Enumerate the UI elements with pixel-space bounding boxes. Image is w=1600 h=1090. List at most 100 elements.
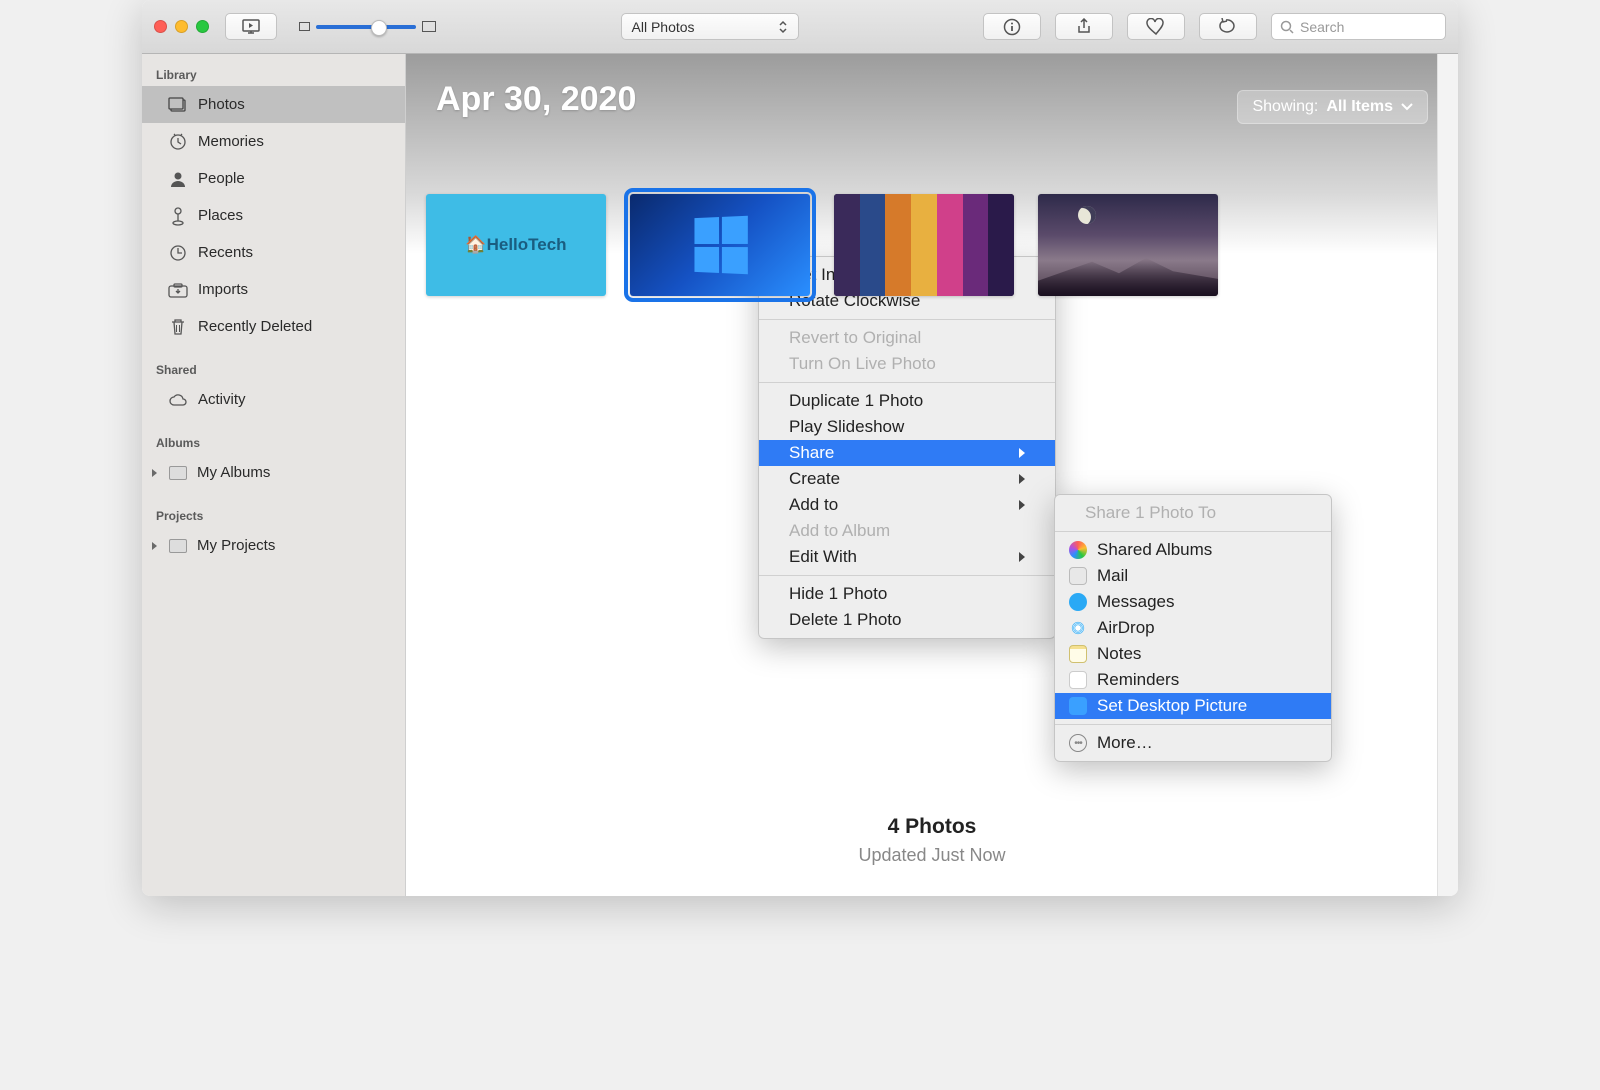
rotate-icon bbox=[1218, 18, 1238, 36]
minimize-window-button[interactable] bbox=[175, 20, 188, 33]
photo-thumbnail-selected[interactable] bbox=[630, 194, 810, 296]
sidebar-item-recently-deleted[interactable]: Recently Deleted bbox=[142, 308, 405, 345]
photo-thumbnail[interactable] bbox=[1038, 194, 1218, 296]
menu-item-slideshow[interactable]: Play Slideshow bbox=[759, 414, 1055, 440]
toolbar: All Photos Search bbox=[142, 0, 1458, 54]
search-icon bbox=[1280, 20, 1294, 34]
sidebar-item-photos[interactable]: Photos bbox=[142, 86, 405, 123]
content-area: Library Photos Memories People Places Re… bbox=[142, 54, 1458, 896]
sidebar-item-my-projects[interactable]: My Projects bbox=[142, 527, 405, 564]
memories-icon bbox=[168, 133, 188, 151]
menu-item-add-to-album: Add to Album bbox=[759, 518, 1055, 544]
sidebar-header-shared: Shared bbox=[142, 355, 405, 381]
chevron-updown-icon bbox=[778, 20, 788, 34]
imports-icon bbox=[168, 281, 188, 299]
photo-thumbnail[interactable]: 🏠HelloTech bbox=[426, 194, 606, 296]
close-window-button[interactable] bbox=[154, 20, 167, 33]
project-icon bbox=[169, 539, 187, 553]
sidebar-item-places[interactable]: Places bbox=[142, 197, 405, 234]
favorite-button[interactable] bbox=[1127, 13, 1185, 40]
search-field[interactable]: Search bbox=[1271, 13, 1446, 40]
info-button[interactable] bbox=[983, 13, 1041, 40]
trash-icon bbox=[168, 318, 188, 336]
sidebar-header-library: Library bbox=[142, 60, 405, 86]
sidebar-item-recents[interactable]: Recents bbox=[142, 234, 405, 271]
photo-grid: 🏠HelloTech bbox=[406, 194, 1458, 296]
share-icon bbox=[1075, 18, 1093, 36]
updated-status: Updated Just Now bbox=[406, 845, 1458, 866]
rotate-button[interactable] bbox=[1199, 13, 1257, 40]
submenu-item-set-desktop-picture[interactable]: Set Desktop Picture bbox=[1055, 693, 1331, 719]
messages-icon bbox=[1069, 593, 1087, 611]
people-icon bbox=[168, 170, 188, 188]
submenu-item-airdrop[interactable]: AirDrop bbox=[1055, 615, 1331, 641]
shared-albums-icon bbox=[1069, 541, 1087, 559]
showing-value: All Items bbox=[1326, 98, 1393, 116]
sidebar-item-activity[interactable]: Activity bbox=[142, 381, 405, 418]
slideshow-button[interactable] bbox=[225, 13, 277, 40]
photos-app-window: All Photos Search Library bbox=[142, 0, 1458, 896]
submenu-item-mail[interactable]: Mail bbox=[1055, 563, 1331, 589]
mail-icon bbox=[1069, 567, 1087, 585]
photos-icon bbox=[168, 96, 188, 114]
menu-item-duplicate[interactable]: Duplicate 1 Photo bbox=[759, 388, 1055, 414]
menu-separator bbox=[1055, 531, 1331, 532]
submenu-item-reminders[interactable]: Reminders bbox=[1055, 667, 1331, 693]
menu-separator bbox=[1055, 724, 1331, 725]
sidebar-item-people[interactable]: People bbox=[142, 160, 405, 197]
zoom-slider[interactable] bbox=[316, 25, 416, 29]
album-icon bbox=[169, 466, 187, 480]
menu-separator bbox=[759, 382, 1055, 383]
chevron-down-icon bbox=[1401, 103, 1413, 111]
menu-item-create[interactable]: Create bbox=[759, 466, 1055, 492]
submenu-item-shared-albums[interactable]: Shared Albums bbox=[1055, 537, 1331, 563]
submenu-arrow-icon bbox=[1019, 448, 1025, 458]
menu-separator bbox=[759, 575, 1055, 576]
desktop-icon bbox=[1069, 697, 1087, 715]
submenu-item-more[interactable]: •••More… bbox=[1055, 730, 1331, 756]
showing-prefix: Showing: bbox=[1252, 98, 1318, 116]
filter-label: All Photos bbox=[632, 19, 695, 35]
reminders-icon bbox=[1069, 671, 1087, 689]
menu-separator bbox=[759, 319, 1055, 320]
disclosure-triangle-icon[interactable] bbox=[152, 542, 157, 550]
main-content: Apr 30, 2020 Showing: All Items 🏠HelloTe… bbox=[406, 54, 1458, 896]
search-placeholder: Search bbox=[1300, 19, 1344, 35]
share-button[interactable] bbox=[1055, 13, 1113, 40]
submenu-item-messages[interactable]: Messages bbox=[1055, 589, 1331, 615]
sidebar-item-my-albums[interactable]: My Albums bbox=[142, 454, 405, 491]
menu-item-delete[interactable]: Delete 1 Photo bbox=[759, 607, 1055, 633]
places-icon bbox=[168, 207, 188, 225]
sidebar-header-projects: Projects bbox=[142, 501, 405, 527]
menu-item-add-to[interactable]: Add to bbox=[759, 492, 1055, 518]
cloud-icon bbox=[168, 391, 188, 409]
recents-icon bbox=[168, 244, 188, 262]
submenu-item-notes[interactable]: Notes bbox=[1055, 641, 1331, 667]
context-menu: Get Info Rotate Clockwise Revert to Orig… bbox=[758, 256, 1056, 639]
slideshow-icon bbox=[240, 19, 262, 35]
disclosure-triangle-icon[interactable] bbox=[152, 469, 157, 477]
window-controls bbox=[154, 20, 209, 33]
menu-item-share[interactable]: Share bbox=[759, 440, 1055, 466]
mountain-graphic bbox=[1038, 258, 1218, 296]
photo-thumbnail[interactable] bbox=[834, 194, 1014, 296]
menu-item-hide[interactable]: Hide 1 Photo bbox=[759, 581, 1055, 607]
photo-count-footer: 4 Photos Updated Just Now bbox=[406, 815, 1458, 896]
submenu-arrow-icon bbox=[1019, 474, 1025, 484]
submenu-arrow-icon bbox=[1019, 500, 1025, 510]
filter-dropdown[interactable]: All Photos bbox=[621, 13, 799, 40]
date-title: Apr 30, 2020 bbox=[436, 80, 636, 119]
submenu-header: Share 1 Photo To bbox=[1055, 500, 1331, 526]
airdrop-icon bbox=[1069, 619, 1087, 637]
sidebar-item-memories[interactable]: Memories bbox=[142, 123, 405, 160]
info-icon bbox=[1003, 18, 1021, 36]
sidebar-item-imports[interactable]: Imports bbox=[142, 271, 405, 308]
share-submenu: Share 1 Photo To Shared Albums Mail Mess… bbox=[1054, 494, 1332, 762]
sidebar: Library Photos Memories People Places Re… bbox=[142, 54, 406, 896]
fullscreen-window-button[interactable] bbox=[196, 20, 209, 33]
showing-filter-button[interactable]: Showing: All Items bbox=[1237, 90, 1428, 124]
vertical-scrollbar[interactable] bbox=[1437, 54, 1458, 896]
heart-icon bbox=[1146, 18, 1166, 36]
menu-item-edit-with[interactable]: Edit With bbox=[759, 544, 1055, 570]
photo-count: 4 Photos bbox=[406, 815, 1458, 839]
